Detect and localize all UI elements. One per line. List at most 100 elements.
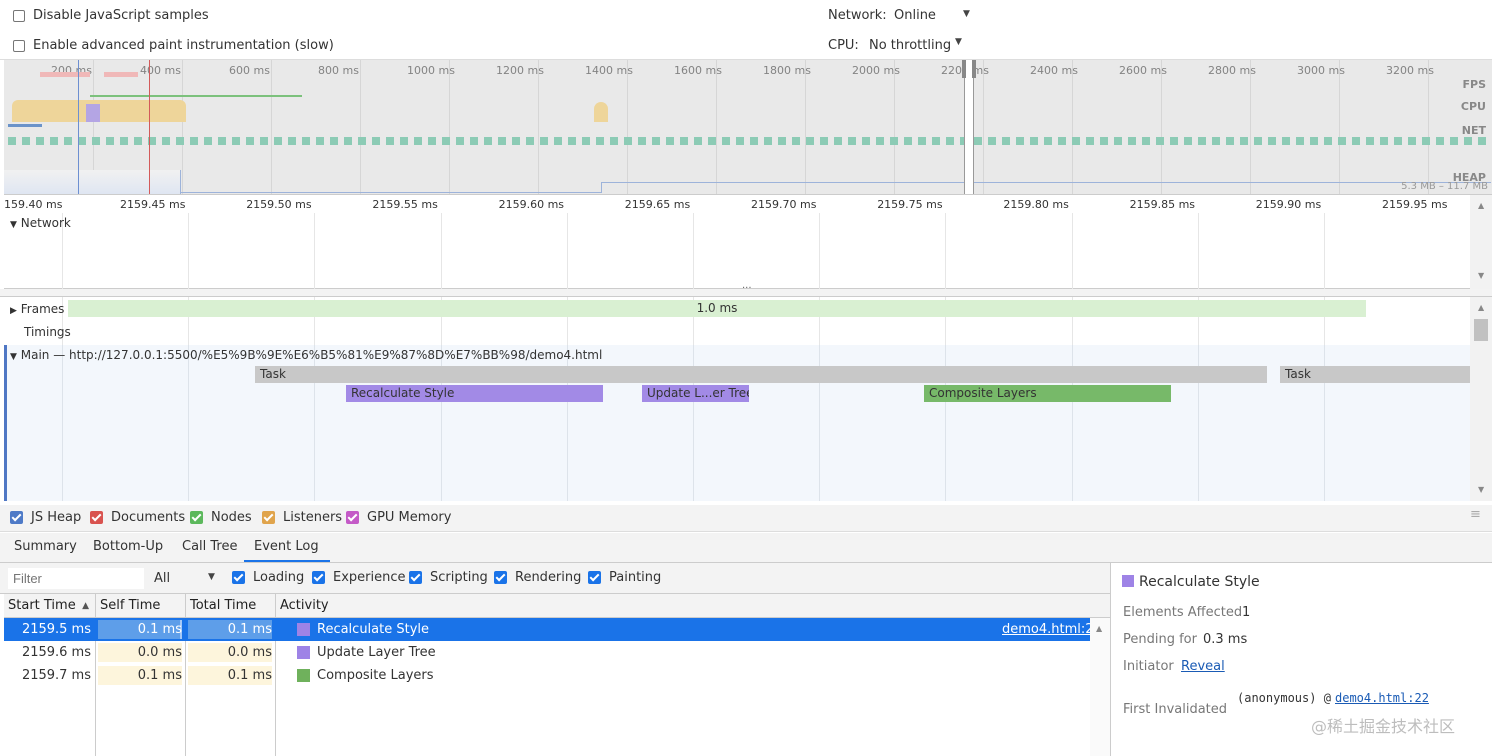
network-throttle-select[interactable]: Online ▼ xyxy=(892,6,976,26)
col-header-activity[interactable]: Activity xyxy=(276,594,1110,618)
flame-scrollbar[interactable]: ▲ ▼ xyxy=(1470,297,1492,501)
flame-chart[interactable]: ▶ Frames 1.0 ms Timings ▼ Main — http://… xyxy=(4,297,1470,501)
ruler-tick-label: 2159.80 ms xyxy=(1003,198,1069,211)
heap-area xyxy=(4,170,180,194)
ruler-tick-label: 2159.70 ms xyxy=(751,198,817,211)
table-row[interactable]: 2159.5 ms 0.1 ms 0.1 ms Recalculate Style de… xyxy=(4,618,1090,641)
col-header-self-time[interactable]: Self Time xyxy=(96,594,186,618)
main-track-header[interactable]: ▼ Main — http://127.0.0.1:5500/%E5%9B%9E… xyxy=(10,348,602,362)
table-scrollbar[interactable]: ▲ xyxy=(1090,618,1110,756)
disable-js-samples-checkbox[interactable] xyxy=(13,10,25,22)
net-activity-box xyxy=(1268,137,1276,145)
net-activity-box xyxy=(1436,137,1444,145)
drag-handle-icon[interactable]: ≡ xyxy=(1470,507,1481,522)
filter-input[interactable] xyxy=(8,568,144,589)
net-activity-box xyxy=(442,137,450,145)
category-filter-painting[interactable]: Painting xyxy=(588,570,661,585)
recalculate-style-bar[interactable]: Recalculate Style xyxy=(346,385,603,402)
category-checkbox[interactable] xyxy=(409,571,422,584)
category-label: Scripting xyxy=(430,570,488,585)
duration-filter-select[interactable]: All ▼ xyxy=(150,568,220,589)
frames-track-header[interactable]: ▶ Frames xyxy=(10,302,64,316)
tab-event-log[interactable]: Event Log xyxy=(254,539,319,554)
net-activity-box xyxy=(596,137,604,145)
table-row[interactable]: 2159.6 ms 0.0 ms 0.0 ms Update Layer Tree xyxy=(4,641,1090,664)
counter-listeners[interactable]: Listeners xyxy=(262,510,342,525)
counter-js-heap[interactable]: JS Heap xyxy=(10,510,81,525)
cpu-throttle-value: No throttling xyxy=(869,38,952,53)
watermark: @稀土掘金技术社区 xyxy=(1311,717,1456,736)
grid-line xyxy=(188,345,190,501)
counter-label: Nodes xyxy=(211,510,252,525)
net-activity-box xyxy=(218,137,226,145)
details-tabs: Summary Bottom-Up Call Tree Event Log xyxy=(0,533,1492,563)
category-filter-rendering[interactable]: Rendering xyxy=(494,570,581,585)
elements-affected-value: 1 xyxy=(1242,605,1251,620)
composite-layers-bar[interactable]: Composite Layers xyxy=(924,385,1171,402)
net-activity-box xyxy=(1366,137,1374,145)
enable-paint-instrumentation-checkbox[interactable] xyxy=(13,40,25,52)
activity-color-swatch xyxy=(297,623,310,636)
network-throttle-value: Online xyxy=(894,8,936,23)
selection-right-handle[interactable] xyxy=(972,60,976,78)
selection-left-handle[interactable] xyxy=(962,60,966,78)
category-filter-loading[interactable]: Loading xyxy=(232,570,304,585)
network-track-header[interactable]: ▼ Network xyxy=(10,216,71,230)
net-activity-box xyxy=(1044,137,1052,145)
counter-checkbox[interactable] xyxy=(10,511,23,524)
col-header-start-time[interactable]: Start Time ▲ xyxy=(4,594,96,618)
cpu-throttle-select[interactable]: No throttling ▼ xyxy=(867,36,967,56)
category-checkbox[interactable] xyxy=(494,571,507,584)
net-activity-box xyxy=(1002,137,1010,145)
frame-bar[interactable]: 1.0 ms xyxy=(68,300,1366,317)
ruler-tick-label: 2159.65 ms xyxy=(624,198,691,211)
col-header-total-time[interactable]: Total Time xyxy=(186,594,276,618)
first-invalidated-source-link[interactable]: demo4.html:22 xyxy=(1335,691,1429,705)
counter-checkbox[interactable] xyxy=(90,511,103,524)
counter-documents[interactable]: Documents xyxy=(90,510,185,525)
activity-color-swatch xyxy=(297,646,310,659)
category-filter-experience[interactable]: Experience xyxy=(312,570,406,585)
counter-gpu-memory[interactable]: GPU Memory xyxy=(346,510,451,525)
heap-range: 5.3 MB – 11.7 MB xyxy=(1401,181,1488,192)
net-activity-box xyxy=(778,137,786,145)
net-activity-box xyxy=(554,137,562,145)
start-time-cell: 2159.7 ms xyxy=(21,668,91,683)
tab-call-tree[interactable]: Call Tree xyxy=(182,539,238,554)
counter-checkbox[interactable] xyxy=(346,511,359,524)
tab-bottom-up[interactable]: Bottom-Up xyxy=(93,539,163,554)
total-time-cell: 0.1 ms xyxy=(227,668,272,683)
category-checkbox[interactable] xyxy=(232,571,245,584)
net-activity-box xyxy=(512,137,520,145)
timeline-overview[interactable]: 200 ms 400 ms 600 ms 800 ms 1000 ms 1200 ms 14… xyxy=(4,60,1492,195)
category-filter-scripting[interactable]: Scripting xyxy=(409,570,488,585)
scroll-thumb[interactable] xyxy=(1474,319,1488,341)
net-activity-box xyxy=(568,137,576,145)
net-activity-box xyxy=(1408,137,1416,145)
network-scrollbar[interactable]: ▲ ▼ xyxy=(1470,195,1492,289)
counter-checkbox[interactable] xyxy=(262,511,275,524)
counter-nodes[interactable]: Nodes xyxy=(190,510,252,525)
timings-track-label[interactable]: Timings xyxy=(24,325,71,339)
duration-filter-value: All xyxy=(154,571,171,586)
counter-checkbox[interactable] xyxy=(190,511,203,524)
update-layer-tree-bar[interactable]: Update L...er Tree xyxy=(642,385,749,402)
split-resizer[interactable]: ··· xyxy=(0,283,1492,297)
net-activity-box xyxy=(792,137,800,145)
task-bar[interactable]: Task xyxy=(1280,366,1470,383)
net-activity-box xyxy=(652,137,660,145)
net-activity-box xyxy=(120,137,128,145)
task-bar[interactable]: Task xyxy=(255,366,1267,383)
category-checkbox[interactable] xyxy=(588,571,601,584)
tab-summary[interactable]: Summary xyxy=(14,539,77,554)
net-activity-box xyxy=(1156,137,1164,145)
category-checkbox[interactable] xyxy=(312,571,325,584)
expand-triangle-icon: ▼ xyxy=(10,352,17,362)
table-row[interactable]: 2159.7 ms 0.1 ms 0.1 ms Composite Layers xyxy=(4,664,1090,687)
initiator-reveal-link[interactable]: Reveal xyxy=(1181,659,1225,674)
ruler-tick-label: 2159.75 ms xyxy=(877,198,943,211)
self-time-cell: 0.1 ms xyxy=(137,622,182,637)
overview-selection-window[interactable] xyxy=(964,60,974,194)
source-link[interactable]: demo4.html:22 xyxy=(1002,618,1090,641)
scroll-down-icon: ▼ xyxy=(1478,485,1485,494)
